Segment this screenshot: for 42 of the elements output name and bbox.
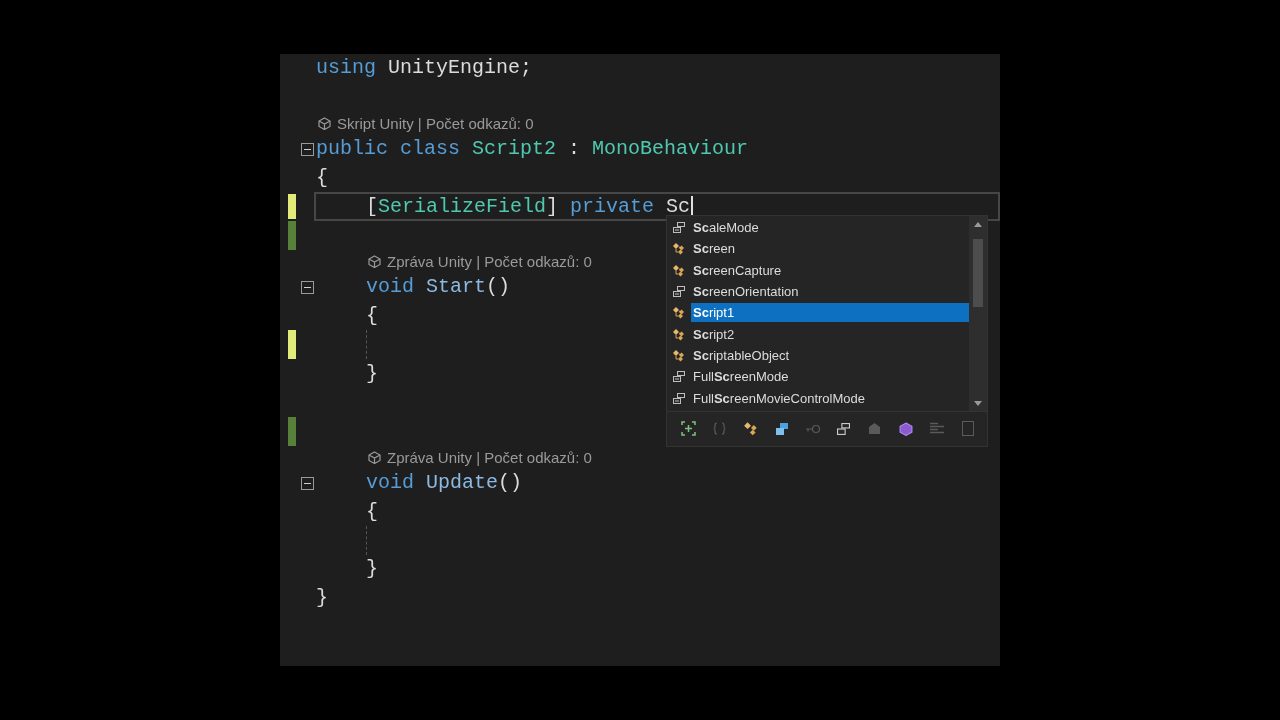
code-line: void Start()	[366, 274, 511, 301]
code-line: }	[366, 556, 378, 583]
completion-item[interactable]: ScreenCapture	[667, 259, 969, 281]
cube-icon	[368, 450, 381, 464]
collapse-icon[interactable]	[301, 142, 314, 156]
code-line: using UnityEngine;	[316, 55, 533, 82]
cube-icon	[368, 254, 381, 268]
scroll-down-icon[interactable]	[973, 400, 983, 407]
completion-item[interactable]: Script2	[667, 323, 969, 345]
code-line: {	[316, 164, 328, 191]
code-editor[interactable]	[280, 54, 1000, 666]
code-line: }	[316, 585, 328, 612]
completion-item[interactable]: FullScreenMovieControlMode	[667, 387, 969, 409]
collapse-icon[interactable]	[301, 476, 314, 490]
completion-item[interactable]: FullScreenMode	[667, 366, 969, 388]
scrollbar[interactable]	[969, 216, 987, 411]
code-line: {	[366, 498, 378, 525]
class-icon	[671, 327, 687, 341]
enum-icon	[671, 392, 687, 404]
completion-item[interactable]: Screen	[667, 238, 969, 260]
scrollbar-thumb[interactable]	[973, 239, 983, 307]
code-line: public class Script2 : MonoBehaviour	[316, 136, 749, 162]
class-icon	[671, 306, 687, 320]
code-line: {	[366, 302, 378, 329]
completion-item[interactable]: ScriptableObject	[667, 344, 969, 367]
enum-icon	[671, 222, 687, 234]
collapse-icon[interactable]	[301, 280, 314, 294]
code-line: void Update()	[366, 469, 523, 496]
cube-icon	[318, 116, 331, 130]
code-line: }	[366, 360, 378, 387]
code-line: [SerializeField] private Sc	[366, 193, 691, 220]
enum-icon	[671, 286, 687, 298]
class-icon	[671, 242, 687, 256]
code-lens[interactable]: Zpráva Unity | Počet odkazů: 0	[387, 448, 592, 466]
class-icon	[671, 348, 687, 362]
enum-icon	[671, 371, 687, 383]
completion-item[interactable]: ScreenOrientation	[667, 280, 969, 303]
code-lens[interactable]: Zpráva Unity | Počet odkazů: 0	[387, 252, 592, 270]
class-icon	[671, 263, 687, 277]
completion-item[interactable]: ScaleMode	[667, 217, 969, 239]
scroll-up-icon[interactable]	[973, 221, 983, 227]
code-lens[interactable]: Skript Unity | Počet odkazů: 0	[337, 114, 534, 132]
